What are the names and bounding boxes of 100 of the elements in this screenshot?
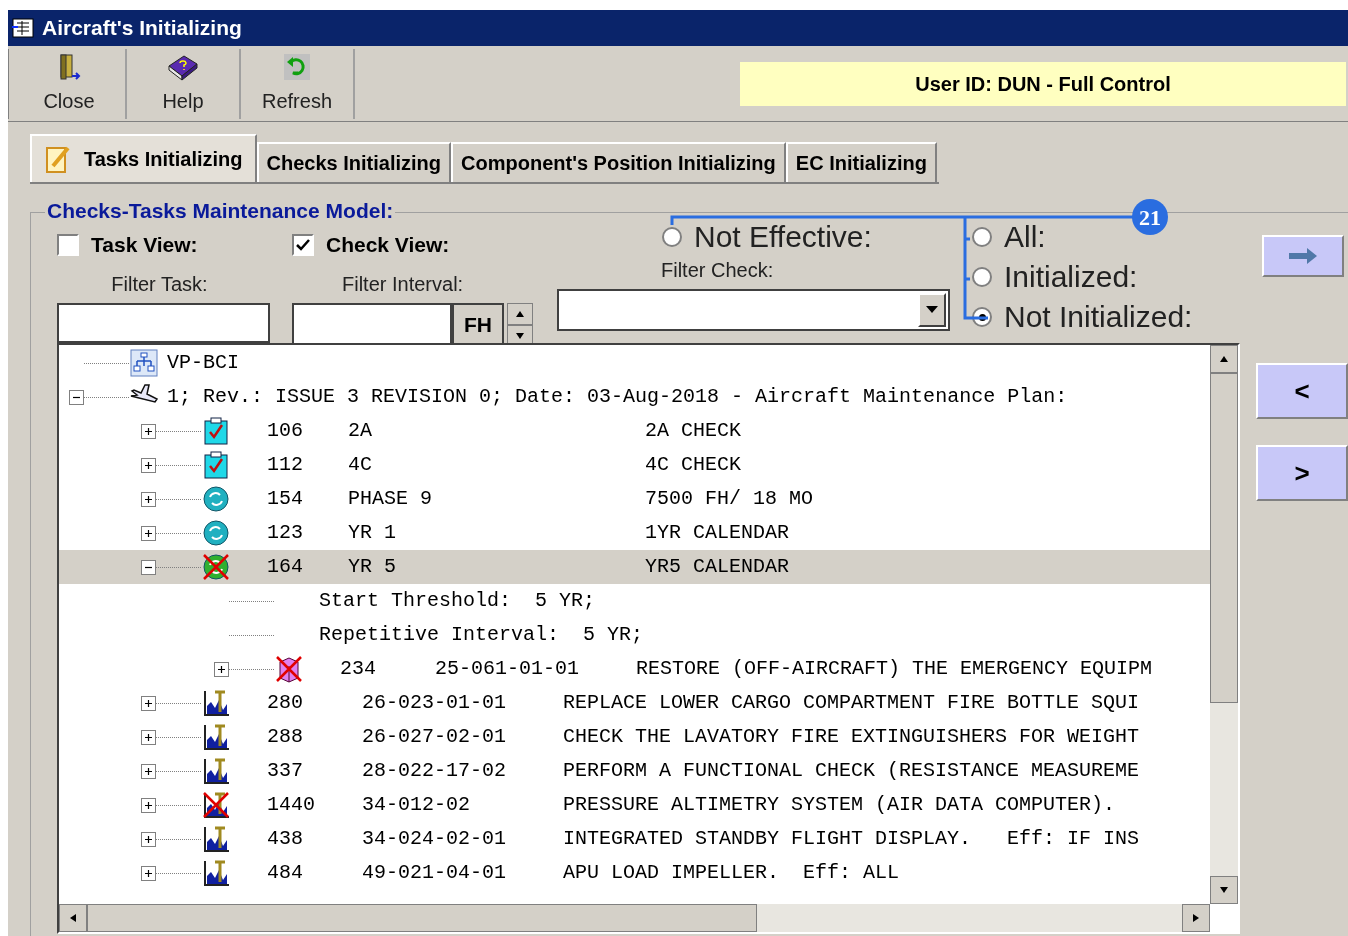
- tab[interactable]: Checks Initializing: [256, 142, 452, 182]
- interval-detail: Repetitive Interval: 5 YR;: [318, 622, 644, 648]
- up-arrow-icon: [1219, 354, 1229, 364]
- previous-button[interactable]: <: [1256, 363, 1348, 419]
- task-number: 1440: [267, 792, 316, 818]
- expand-toggle[interactable]: [141, 423, 156, 439]
- checkbox[interactable]: [292, 233, 314, 256]
- aircraft-registration: VP-BCI: [167, 350, 239, 376]
- checkbox-label: Task View:: [91, 232, 198, 258]
- vertical-scrollbar[interactable]: [1210, 345, 1238, 904]
- checkbox-label: Check View:: [326, 232, 450, 258]
- expand-toggle[interactable]: [141, 865, 156, 881]
- task-description: CHECK THE LAVATORY FIRE EXTINGUISHERS FOR WEIGHT: [563, 724, 1140, 750]
- task-number: 234: [340, 656, 377, 682]
- plus-icon: [144, 834, 153, 844]
- next-button[interactable]: >: [1256, 445, 1348, 501]
- task-code: 28-022-17-02: [362, 758, 508, 784]
- radio-button[interactable]: [662, 227, 682, 247]
- filter-task-field[interactable]: [57, 302, 270, 343]
- task-code: 26-023-01-01: [362, 690, 508, 716]
- task-description: REPLACE LOWER CARGO COMPARTMENT FIRE BOTTLE SQUI: [563, 690, 1140, 716]
- task-code: 49-021-04-01: [362, 860, 508, 886]
- check-code: PHASE 9: [348, 486, 433, 512]
- task-code: 25-061-01-01: [435, 656, 581, 682]
- task-number: 280: [267, 690, 304, 716]
- radio-label: All:: [1004, 222, 1046, 252]
- expand-toggle[interactable]: [141, 831, 156, 847]
- left-arrow-icon: [68, 913, 78, 923]
- tab[interactable]: Tasks Initializing: [30, 134, 257, 182]
- maintenance-plan-title: 1; Rev.: ISSUE 3 REVISION 0; Date: 03-Aug-2018 - Aircraft Maintenance Plan:: [167, 384, 1068, 410]
- notepad-pencil-icon: [44, 144, 72, 174]
- filter-check-dropdown[interactable]: [557, 289, 950, 331]
- group-title: Checks-Tasks Maintenance Model:: [45, 200, 396, 221]
- task-number: 337: [267, 758, 304, 784]
- checkbox[interactable]: [57, 233, 79, 256]
- expand-toggle[interactable]: [214, 661, 229, 677]
- radio-label: Not Effective:: [694, 222, 872, 252]
- plus-icon: [144, 426, 153, 436]
- selected-tree-row[interactable]: 164 YR 5 YR5 CALENDAR: [59, 550, 1210, 584]
- field-label: Filter Task:: [111, 271, 208, 297]
- plus-icon: [144, 766, 153, 776]
- radio-label: Initialized:: [1004, 262, 1138, 292]
- plus-icon: [144, 494, 153, 504]
- plus-icon: [144, 528, 153, 538]
- down-arrow-icon: [1219, 885, 1229, 895]
- task-number: 484: [267, 860, 304, 886]
- plus-icon: [144, 868, 153, 878]
- check-number: 106: [267, 418, 304, 444]
- collapse-toggle[interactable]: [141, 559, 156, 575]
- task-code: 34-024-02-01: [362, 826, 508, 852]
- check-code: YR 1: [348, 520, 397, 546]
- task-code: 26-027-02-01: [362, 724, 508, 750]
- radio-label: Not Initialized:: [1004, 302, 1193, 332]
- toolbar-button[interactable]: Refresh: [241, 48, 355, 119]
- toolbar-button[interactable]: Close: [13, 48, 127, 119]
- task-description: PERFORM A FUNCTIONAL CHECK (RESISTANCE MEASUREME: [563, 758, 1140, 784]
- expand-toggle[interactable]: [141, 491, 156, 507]
- tab[interactable]: EC Initializing: [785, 142, 937, 182]
- tab[interactable]: Component's Position Initializing: [451, 142, 786, 182]
- expand-toggle[interactable]: [141, 729, 156, 745]
- plus-icon: [144, 732, 153, 742]
- plus-icon: [217, 664, 226, 674]
- check-number: 123: [267, 520, 304, 546]
- interval-detail: Start Threshold: 5 YR;: [318, 588, 596, 614]
- hierarchy-icon: [129, 348, 159, 378]
- expand-toggle[interactable]: [141, 695, 156, 711]
- task-number: 438: [267, 826, 304, 852]
- window-title: Aircraft's Initializing: [42, 15, 242, 42]
- check-number: 112: [267, 452, 304, 478]
- plus-icon: [144, 800, 153, 810]
- plus-icon: [144, 460, 153, 470]
- toolbar-button[interactable]: Help: [127, 48, 241, 119]
- expand-toggle[interactable]: [141, 457, 156, 473]
- refresh-icon: [282, 51, 312, 82]
- task-description: PRESSURE ALTIMETRY SYSTEM (AIR DATA COMPUTER).: [563, 792, 1116, 818]
- task-description: INTEGRATED STANDBY FLIGHT DISPLAY. Eff: IF INS: [563, 826, 1140, 852]
- radio-button[interactable]: [972, 227, 992, 247]
- check-code: 2A: [348, 418, 373, 444]
- task-description: APU LOAD IMPELLER. Eff: ALL: [563, 860, 900, 886]
- expand-toggle[interactable]: [141, 763, 156, 779]
- down-arrow-icon: [515, 330, 525, 341]
- expand-toggle[interactable]: [141, 525, 156, 541]
- user-banner: User ID: DUN - Full Control: [740, 61, 1346, 106]
- check-description: 4C CHECK: [645, 452, 741, 478]
- check-number: 164: [267, 554, 304, 580]
- arrow-right-icon: [1287, 247, 1319, 265]
- collapse-toggle[interactable]: [69, 389, 84, 405]
- move-right-button[interactable]: [1262, 235, 1344, 277]
- right-arrow-icon: [1191, 913, 1201, 923]
- expand-toggle[interactable]: [141, 797, 156, 813]
- check-description: YR5 CALENDAR: [645, 554, 790, 580]
- check-code: 4C: [348, 452, 373, 478]
- task-number: 288: [267, 724, 304, 750]
- task-description: RESTORE (OFF-AIRCRAFT) THE EMERGENCY EQUIPM: [636, 656, 1153, 682]
- radio-button[interactable]: [972, 267, 992, 287]
- horizontal-scrollbar[interactable]: [59, 904, 1210, 932]
- check-description: 7500 FH/ 18 MO: [645, 486, 814, 512]
- field-label: Filter Interval:: [342, 271, 465, 297]
- check-description: 2A CHECK: [645, 418, 741, 444]
- check-code: YR 5: [348, 554, 397, 580]
